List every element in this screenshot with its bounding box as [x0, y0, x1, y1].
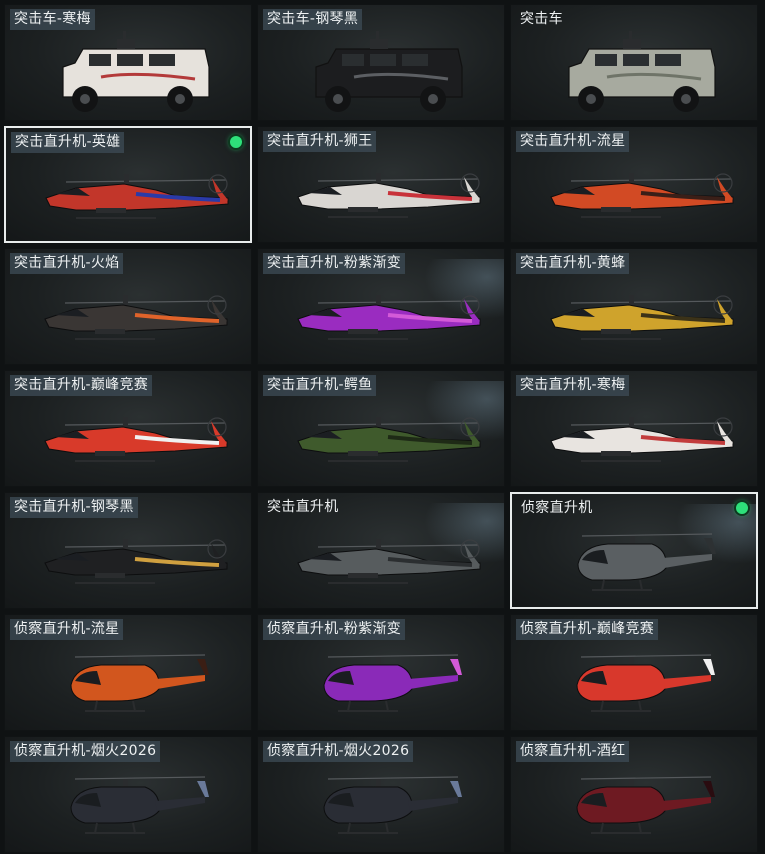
vehicle-skin-card[interactable]: 侦察直升机-酒红 [510, 736, 758, 853]
vehicle-skin-card[interactable]: 侦察直升机-巅峰竞赛 [510, 614, 758, 731]
equipped-indicator-icon [736, 502, 748, 514]
vehicle-skin-card[interactable]: 侦察直升机-流星 [4, 614, 252, 731]
vehicle-skin-card[interactable]: 突击直升机-巅峰竞赛 [4, 370, 252, 487]
vehicle-skin-label: 侦察直升机-巅峰竞赛 [516, 619, 659, 640]
vehicle-skin-card[interactable]: 突击车 [510, 4, 758, 121]
vehicle-skin-label: 侦察直升机-烟火2026 [10, 741, 161, 762]
vehicle-skin-card[interactable]: 突击直升机-鳄鱼 [257, 370, 505, 487]
vehicle-skin-label: 突击直升机-粉紫渐变 [263, 253, 406, 274]
vehicle-skin-label: 突击直升机-流星 [516, 131, 630, 152]
vehicle-skin-label: 侦察直升机-酒红 [516, 741, 630, 762]
equipped-indicator-icon [230, 136, 242, 148]
vehicle-skin-card[interactable]: 突击直升机-寒梅 [510, 370, 758, 487]
vehicle-skin-card[interactable]: 突击直升机-英雄 [4, 126, 252, 243]
vehicle-skin-label: 突击直升机-狮王 [263, 131, 377, 152]
vehicle-skin-card[interactable]: 突击直升机 [257, 492, 505, 609]
vehicle-skin-label: 突击直升机-火焰 [10, 253, 124, 274]
vehicle-skin-card[interactable]: 突击直升机-流星 [510, 126, 758, 243]
vehicle-skin-label: 侦察直升机-流星 [10, 619, 124, 640]
vehicle-skin-card[interactable]: 突击车-寒梅 [4, 4, 252, 121]
vehicle-skin-label: 突击直升机-英雄 [11, 132, 125, 153]
vehicle-skin-grid: 突击车-寒梅 突击车-钢琴黑 突击车 突击直升机-英雄 突击直升机-狮王 突击直… [4, 4, 758, 853]
vehicle-skin-label: 突击车-钢琴黑 [263, 9, 363, 30]
vehicle-skin-label: 突击车 [520, 11, 563, 27]
vehicle-skin-card[interactable]: 突击直升机-火焰 [4, 248, 252, 365]
vehicle-skin-label: 侦察直升机-烟火2026 [263, 741, 414, 762]
vehicle-skin-label: 突击直升机-寒梅 [516, 375, 630, 396]
vehicle-skin-label: 突击直升机-钢琴黑 [10, 497, 138, 518]
vehicle-skin-label: 突击直升机-黄蜂 [516, 253, 630, 274]
vehicle-skin-card[interactable]: 侦察直升机 [510, 492, 758, 609]
vehicle-skin-card[interactable]: 突击直升机-黄蜂 [510, 248, 758, 365]
vehicle-skin-label: 突击直升机-巅峰竞赛 [10, 375, 153, 396]
vehicle-skin-card[interactable]: 侦察直升机-烟火2026 [257, 736, 505, 853]
vehicle-skin-label: 突击直升机 [267, 499, 339, 515]
vehicle-skin-label: 侦察直升机-粉紫渐变 [263, 619, 406, 640]
vehicle-skin-card[interactable]: 突击车-钢琴黑 [257, 4, 505, 121]
vehicle-skin-label: 突击车-寒梅 [10, 9, 95, 30]
vehicle-skin-card[interactable]: 侦察直升机-粉紫渐变 [257, 614, 505, 731]
vehicle-skin-label: 侦察直升机 [521, 500, 593, 516]
vehicle-skin-card[interactable]: 突击直升机-粉紫渐变 [257, 248, 505, 365]
vehicle-skin-card[interactable]: 突击直升机-狮王 [257, 126, 505, 243]
vehicle-skin-card[interactable]: 侦察直升机-烟火2026 [4, 736, 252, 853]
vehicle-skin-label: 突击直升机-鳄鱼 [263, 375, 377, 396]
vehicle-skin-card[interactable]: 突击直升机-钢琴黑 [4, 492, 252, 609]
